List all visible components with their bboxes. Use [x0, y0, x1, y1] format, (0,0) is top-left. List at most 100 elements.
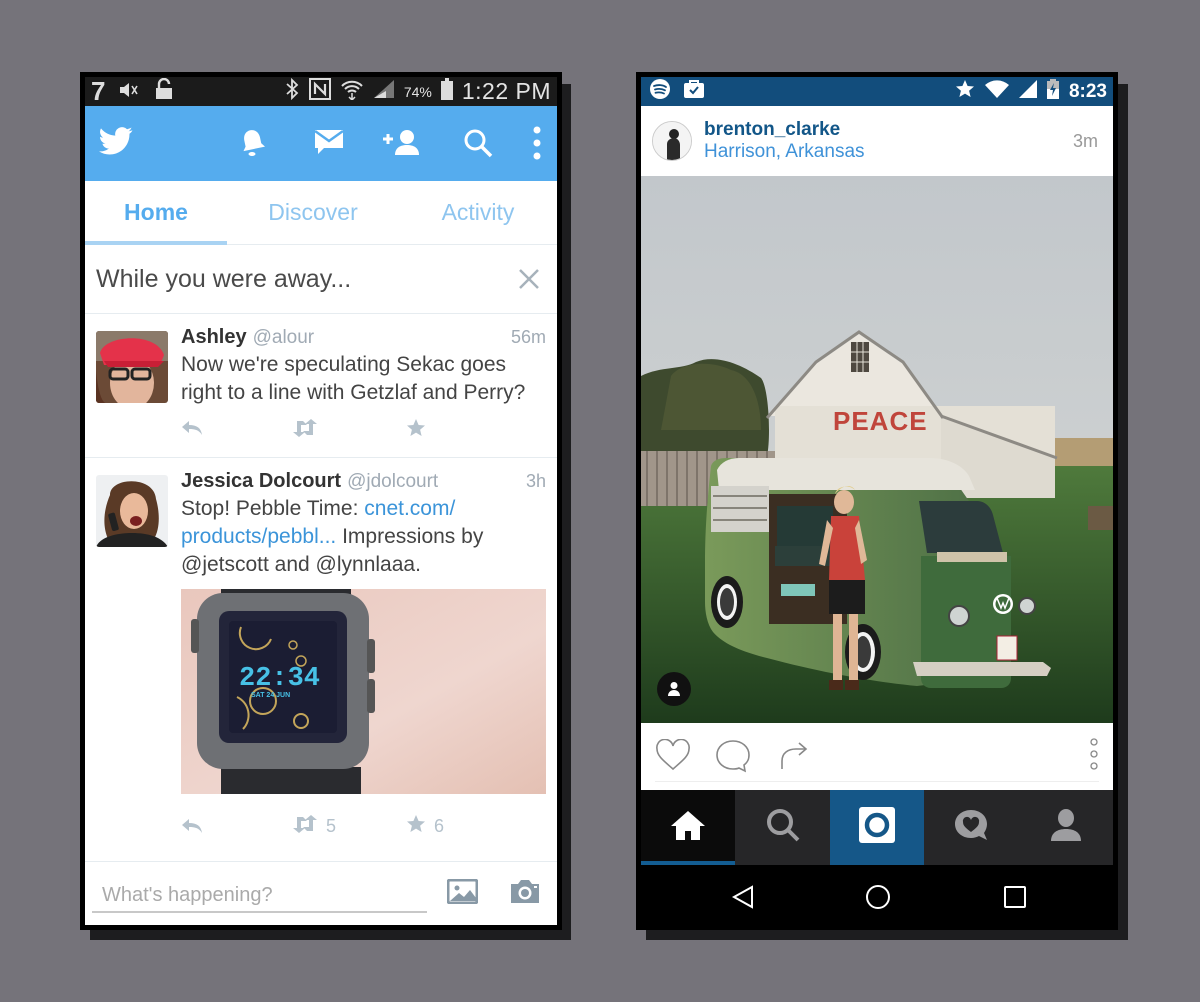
retweet-icon	[292, 815, 318, 838]
bluetooth-icon	[284, 77, 300, 106]
tab-home[interactable]: Home	[85, 181, 227, 245]
messages-icon[interactable]	[314, 128, 344, 161]
tweet-link[interactable]: cnet.com/	[364, 497, 455, 520]
tweet-author-handle[interactable]: @alour	[253, 327, 315, 349]
instagram-phone: 8:23 brenton_clarke Harrison, Arkansas 3…	[636, 72, 1118, 930]
retweet-icon	[292, 419, 318, 442]
favorite-button[interactable]	[406, 418, 426, 443]
favorite-count: 6	[434, 816, 445, 836]
tweet[interactable]: Ashley @alour 56m Now we're speculating …	[85, 314, 557, 458]
while-away-header: While you were away...	[85, 245, 557, 314]
status-bar: 8:23	[641, 77, 1113, 106]
tweet-text: Stop! Pebble Time: cnet.com/products/peb…	[181, 495, 546, 579]
post-actions	[641, 723, 1113, 790]
instagram-screen: 8:23 brenton_clarke Harrison, Arkansas 3…	[641, 77, 1113, 925]
nav-home[interactable]	[641, 790, 736, 865]
nav-activity[interactable]	[924, 790, 1018, 865]
reply-button[interactable]	[181, 818, 203, 839]
twitter-bird-icon[interactable]	[99, 126, 133, 161]
bottom-nav	[641, 790, 1113, 865]
battery-charging-icon	[1046, 78, 1059, 105]
nav-camera[interactable]	[829, 790, 925, 865]
twitter-screen: 7 74% 1:22 PM Home Discover Activity Whi…	[85, 77, 557, 925]
tab-activity[interactable]: Activity	[399, 181, 557, 244]
notification-count: 7	[91, 77, 106, 106]
post-photo[interactable]: PEACE	[641, 176, 1113, 723]
avatar[interactable]	[652, 121, 692, 161]
post-location[interactable]: Harrison, Arkansas	[704, 141, 865, 163]
post-author: brenton_clarke Harrison, Arkansas	[704, 119, 865, 163]
tweet-header: Jessica Dolcourt @jdolcourt 3h	[181, 470, 546, 493]
tweet-author-name[interactable]: Jessica Dolcourt	[181, 470, 341, 493]
star-icon	[955, 79, 975, 105]
tweet-time: 56m	[510, 327, 546, 347]
add-user-icon[interactable]	[381, 128, 423, 161]
status-time: 8:23	[1068, 80, 1107, 102]
briefcase-check-icon	[683, 79, 705, 104]
compose-tweet-input[interactable]	[92, 880, 427, 913]
signal-icon	[373, 79, 395, 105]
nav-search[interactable]	[735, 790, 829, 865]
favorite-button[interactable]: 6	[406, 814, 444, 839]
like-heart-icon[interactable]	[655, 738, 691, 776]
activity-heart-bubble-icon	[953, 808, 989, 847]
camera-icon[interactable]	[509, 878, 541, 909]
nav-profile[interactable]	[1019, 790, 1113, 865]
more-options-icon[interactable]	[1089, 737, 1099, 776]
post-header: brenton_clarke Harrison, Arkansas 3m	[641, 106, 1113, 176]
tweet-text-start: Stop! Pebble Time:	[181, 497, 365, 520]
while-away-title: While you were away...	[96, 264, 352, 293]
post-time: 3m	[1072, 130, 1098, 151]
tweet-body: Ashley @alour 56m Now we're speculating …	[181, 326, 546, 407]
retweet-count: 5	[326, 816, 337, 836]
tagged-people-button[interactable]	[657, 672, 691, 706]
avatar[interactable]	[96, 331, 168, 403]
lock-icon	[155, 77, 173, 106]
compose-bar	[85, 861, 557, 925]
search-icon[interactable]	[463, 128, 493, 163]
tab-discover[interactable]: Discover	[227, 181, 399, 244]
status-bar: 7 74% 1:22 PM	[85, 77, 557, 106]
tweet-header: Ashley @alour 56m	[181, 326, 546, 349]
share-icon[interactable]	[779, 741, 809, 776]
tweet-time: 3h	[525, 471, 546, 491]
image-icon[interactable]	[446, 878, 479, 909]
close-icon[interactable]	[518, 268, 540, 290]
signal-icon	[1018, 79, 1037, 104]
profile-icon	[1050, 809, 1081, 846]
home-icon	[669, 809, 707, 846]
tweet-author-handle[interactable]: @jdolcourt	[347, 471, 438, 493]
person-icon	[667, 681, 681, 702]
avatar[interactable]	[96, 475, 168, 547]
watch-date: SAT 24 JUN	[251, 692, 290, 699]
recents-icon[interactable]	[1004, 886, 1026, 913]
retweet-button[interactable]	[292, 419, 318, 442]
twitter-tabs: Home Discover Activity	[85, 181, 557, 245]
system-nav-bar	[641, 865, 1113, 925]
twitter-app-bar	[85, 106, 557, 181]
camera-icon	[859, 807, 896, 848]
comment-icon[interactable]	[715, 739, 751, 778]
tweet-author-name[interactable]: Ashley	[181, 326, 247, 349]
back-icon[interactable]	[731, 885, 755, 914]
tweet[interactable]: Jessica Dolcourt @jdolcourt 3h Stop! Peb…	[85, 458, 557, 866]
barn-sign-text: PEACE	[833, 406, 928, 436]
twitter-phone: 7 74% 1:22 PM Home Discover Activity Whi…	[80, 72, 562, 930]
battery-icon	[440, 77, 453, 106]
mute-icon	[119, 79, 141, 105]
battery-percent: 74%	[403, 83, 432, 100]
search-icon	[766, 808, 800, 847]
notifications-bell-icon[interactable]	[240, 128, 266, 163]
tweet-link-continued[interactable]: products/pebbl...	[181, 525, 336, 548]
tweet-body: Jessica Dolcourt @jdolcourt 3h Stop! Peb…	[181, 470, 546, 579]
overflow-menu-icon[interactable]	[533, 126, 541, 165]
wifi-icon	[984, 79, 1009, 104]
home-circle-icon[interactable]	[865, 884, 891, 915]
reply-button[interactable]	[181, 420, 203, 441]
star-icon	[406, 814, 426, 839]
retweet-button[interactable]: 5	[292, 815, 336, 838]
status-time: 1:22 PM	[461, 78, 551, 104]
tweet-media-image[interactable]: 22:34 SAT 24 JUN	[181, 589, 546, 794]
spotify-icon	[649, 78, 671, 105]
post-username[interactable]: brenton_clarke	[704, 119, 865, 141]
